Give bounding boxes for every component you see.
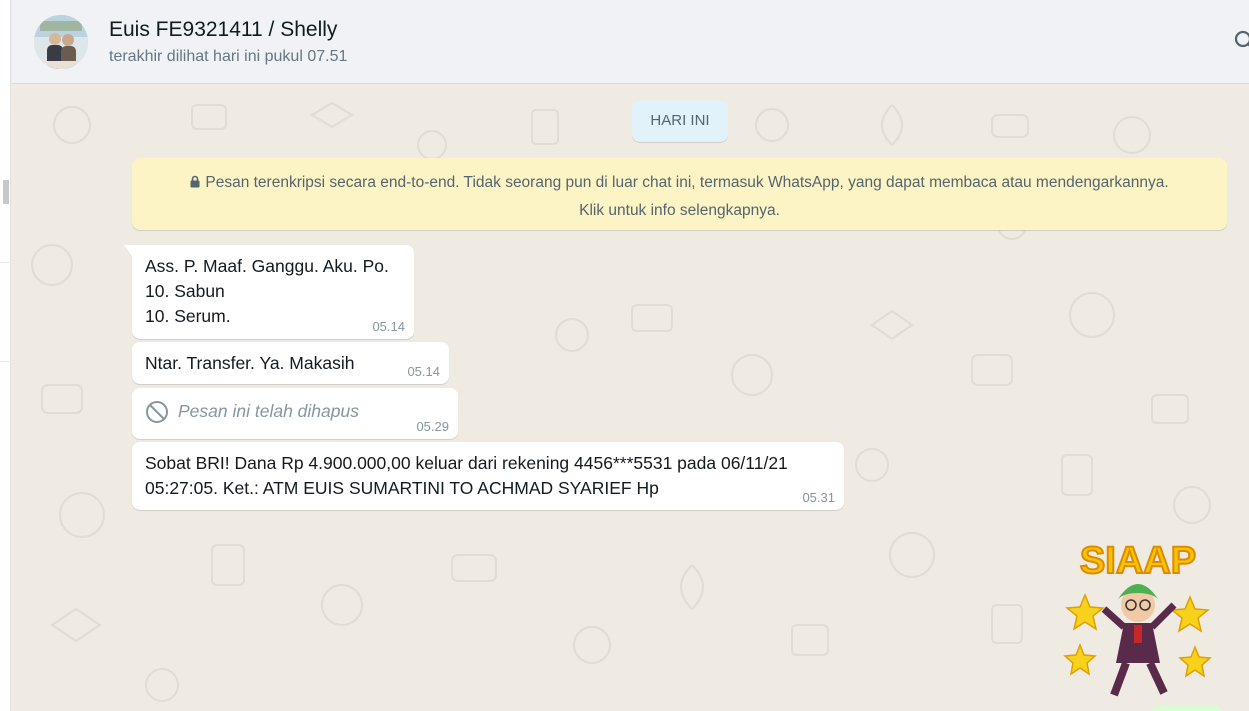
message-text-line: Sobat BRI! Dana Rp 4.900.000,00 keluar d… [145, 453, 788, 473]
sticker-text: SIAAP [1080, 540, 1196, 582]
chat-list-edge [0, 0, 11, 711]
search-icon[interactable] [1233, 28, 1249, 54]
message-time: 05.29 [416, 419, 449, 434]
scrollbar-thumb[interactable] [3, 180, 9, 204]
message-bubble[interactable]: Ntar. Transfer. Ya. Makasih 05.14 [132, 342, 449, 384]
lock-icon [190, 175, 200, 188]
message-text-line: 05:27:05. Ket.: ATM EUIS SUMARTINI TO AC… [145, 478, 659, 498]
encryption-info-link[interactable]: Klik untuk info selengkapnya. [132, 197, 1227, 225]
chat-header[interactable]: Euis FE9321411 / Shelly terakhir dilihat… [12, 0, 1249, 84]
contact-avatar[interactable] [34, 15, 88, 69]
last-seen-status: terakhir dilihat hari ini pukul 07.51 [109, 48, 348, 65]
message-time: 05.14 [372, 319, 405, 334]
encryption-text: Pesan terenkripsi secara end-to-end. Tid… [205, 174, 1169, 191]
outgoing-bubble-edge [1152, 706, 1222, 711]
siaap-sticker[interactable]: SIAAP [1060, 535, 1215, 705]
encryption-notice[interactable]: Pesan terenkripsi secara end-to-end. Tid… [132, 158, 1227, 230]
message-text-line: 10. Serum. [145, 306, 231, 326]
deleted-message: Pesan ini telah dihapus [145, 397, 446, 424]
message-text-line: Ntar. Transfer. Ya. Makasih [145, 353, 355, 373]
encryption-notice-line1: Pesan terenkripsi secara end-to-end. Tid… [132, 169, 1227, 197]
contact-name[interactable]: Euis FE9321411 / Shelly [109, 18, 337, 42]
deleted-message-bubble[interactable]: Pesan ini telah dihapus 05.29 [132, 388, 458, 439]
message-text-line: Ass. P. Maaf. Ganggu. Aku. Po. [145, 256, 389, 276]
deleted-message-text: Pesan ini telah dihapus [178, 401, 359, 421]
chat-list-item-edge[interactable] [0, 262, 11, 362]
message-bubble[interactable]: Ass. P. Maaf. Ganggu. Aku. Po. 10. Sabun… [124, 245, 414, 339]
date-chip: HARI INI [632, 100, 728, 142]
message-time: 05.31 [802, 490, 835, 505]
ban-icon [146, 400, 168, 423]
conversation-panel: HARI INI Pesan terenkripsi secara end-to… [12, 85, 1249, 711]
message-bubble[interactable]: Sobat BRI! Dana Rp 4.900.000,00 keluar d… [132, 442, 844, 510]
message-time: 05.14 [407, 364, 440, 379]
bubble-tail [124, 245, 132, 256]
message-text-line: 10. Sabun [145, 281, 225, 301]
